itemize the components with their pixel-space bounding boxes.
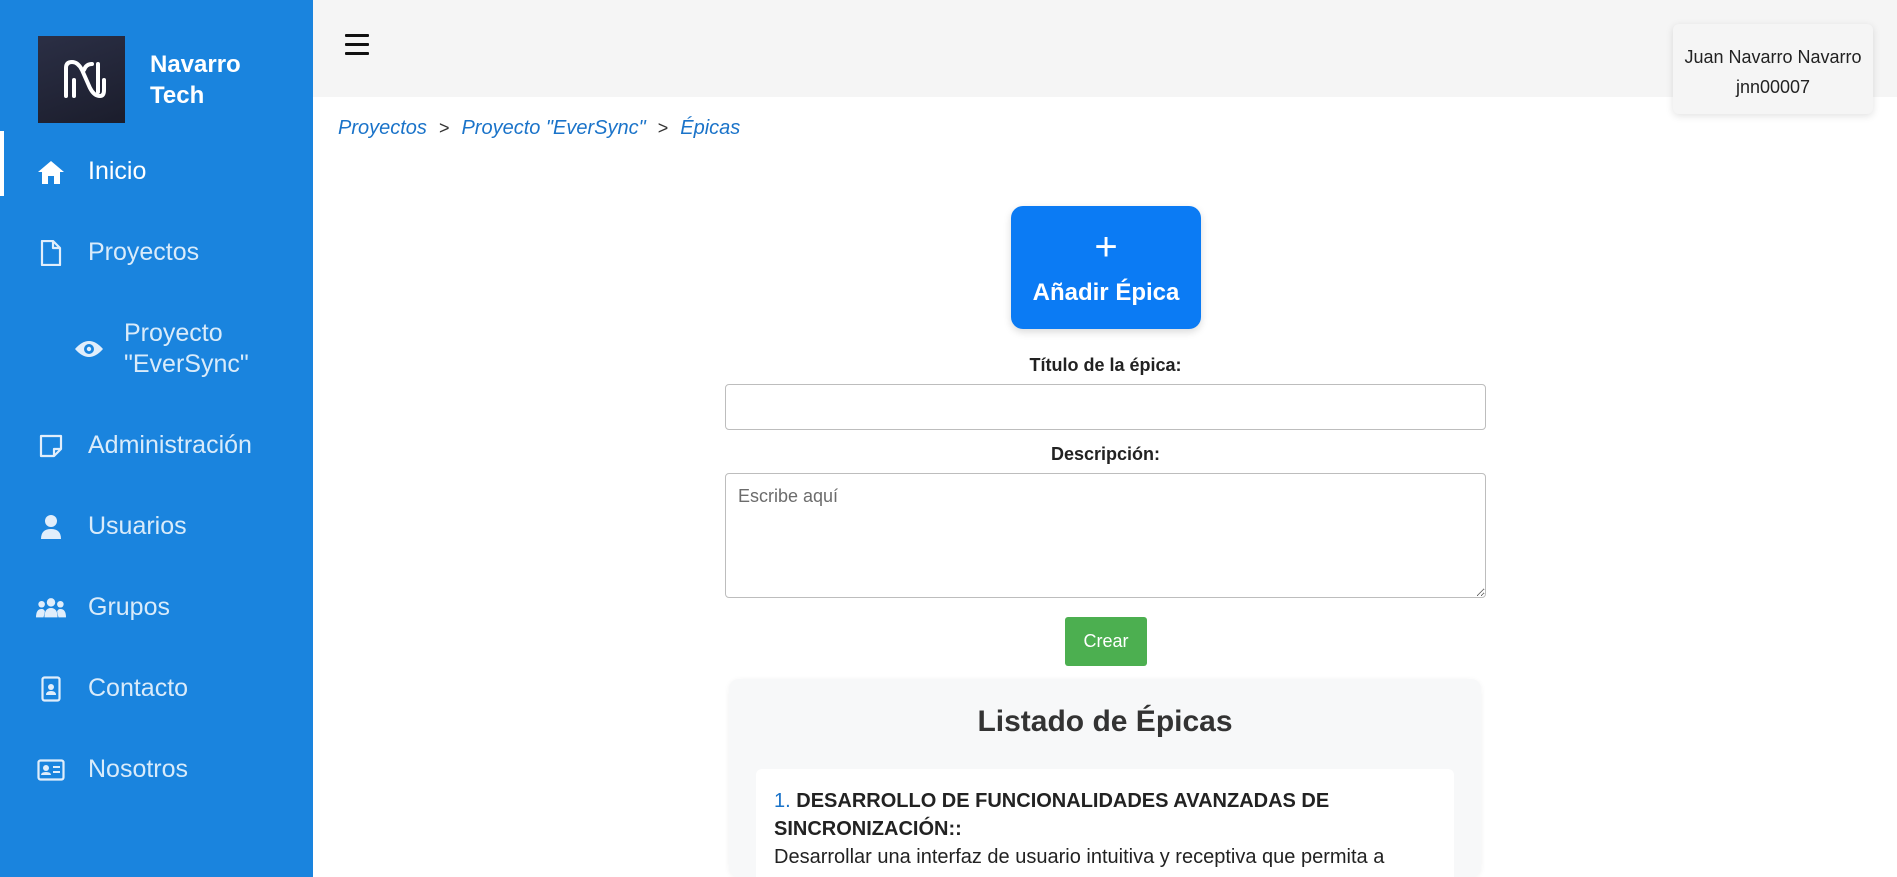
menu-toggle-icon[interactable] (345, 34, 371, 56)
eye-icon (74, 334, 104, 364)
sidebar-item-proyectos[interactable]: Proyectos (0, 212, 313, 293)
breadcrumb-proyecto-eversync[interactable]: Proyecto "EverSync" (461, 117, 645, 140)
sidebar-item-nosotros[interactable]: Nosotros (0, 729, 313, 810)
sidebar-nav: Inicio Proyectos Proyecto "EverSync" Adm… (0, 131, 313, 810)
sidebar-item-label: Administración (88, 431, 252, 459)
users-icon (36, 593, 66, 623)
add-epic-label: Añadir Épica (1032, 279, 1180, 306)
epic-title-input[interactable] (725, 384, 1486, 430)
epic-list: Listado de Épicas 1. DESARROLLO DE FUNCI… (729, 679, 1481, 877)
sidebar-item-label: Inicio (88, 157, 147, 185)
plus-icon: + (1094, 225, 1118, 269)
user-card[interactable]: Juan Navarro Navarro jnn00007 (1673, 24, 1873, 114)
epic-title: DESARROLLO DE FUNCIONALIDADES AVANZADAS … (774, 790, 1330, 840)
sidebar-item-label: Nosotros (88, 755, 189, 783)
epic-title-label: Título de la épica: (1029, 355, 1182, 375)
sidebar-item-proyecto-eversync[interactable]: Proyecto "EverSync" (0, 293, 313, 405)
sidebar-item-usuarios[interactable]: Usuarios (0, 486, 313, 567)
create-button[interactable]: Crear (1065, 617, 1147, 666)
breadcrumb-separator: > (657, 118, 669, 138)
epic-description-textarea[interactable] (725, 473, 1486, 598)
add-epic-button[interactable]: + Añadir Épica (1011, 206, 1201, 329)
sidebar-item-label: Contacto (88, 674, 189, 702)
breadcrumb: Proyectos > Proyecto "EverSync" > Épicas (338, 117, 740, 140)
user-name: Juan Navarro Navarro (1684, 47, 1862, 67)
epic-description: Desarrollar una interfaz de usuario intu… (774, 846, 1385, 868)
list-item[interactable]: 1. DESARROLLO DE FUNCIONALIDADES AVANZAD… (756, 769, 1454, 877)
sidebar-item-administracion[interactable]: Administración (0, 405, 313, 486)
sidebar-item-label: Proyectos (88, 238, 200, 266)
sidebar-item-inicio[interactable]: Inicio (0, 131, 313, 212)
epic-list-title: Listado de Épicas (977, 705, 1233, 738)
sidebar-item-contacto[interactable]: Contacto (0, 648, 313, 729)
home-icon (36, 157, 66, 187)
user-username: jnn00007 (1735, 77, 1811, 97)
brand-logo (38, 36, 125, 123)
sidebar-item-label: Grupos (88, 593, 170, 621)
sidebar-item-label: Usuarios (88, 512, 187, 540)
breadcrumb-epicas[interactable]: Épicas (680, 117, 740, 140)
brand-name: Navarro Tech (150, 50, 241, 109)
id-card-icon (36, 755, 66, 785)
file-icon (36, 238, 66, 268)
user-icon (36, 512, 66, 542)
breadcrumb-proyectos[interactable]: Proyectos (338, 117, 427, 140)
note-icon (36, 431, 66, 461)
epic-number: 1. (774, 790, 791, 812)
sidebar-item-grupos[interactable]: Grupos (0, 567, 313, 648)
brand-logo-icon (63, 59, 106, 98)
top-header (313, 0, 1897, 97)
contact-badge-icon (36, 674, 66, 704)
sidebar-item-label: Proyecto "EverSync" (124, 319, 249, 378)
brand[interactable]: Navarro Tech (38, 36, 270, 123)
sidebar: Navarro Tech Inicio Proyectos Proyecto "… (0, 0, 313, 877)
epic-description-label: Descripción: (1050, 444, 1161, 464)
breadcrumb-separator: > (438, 118, 450, 138)
